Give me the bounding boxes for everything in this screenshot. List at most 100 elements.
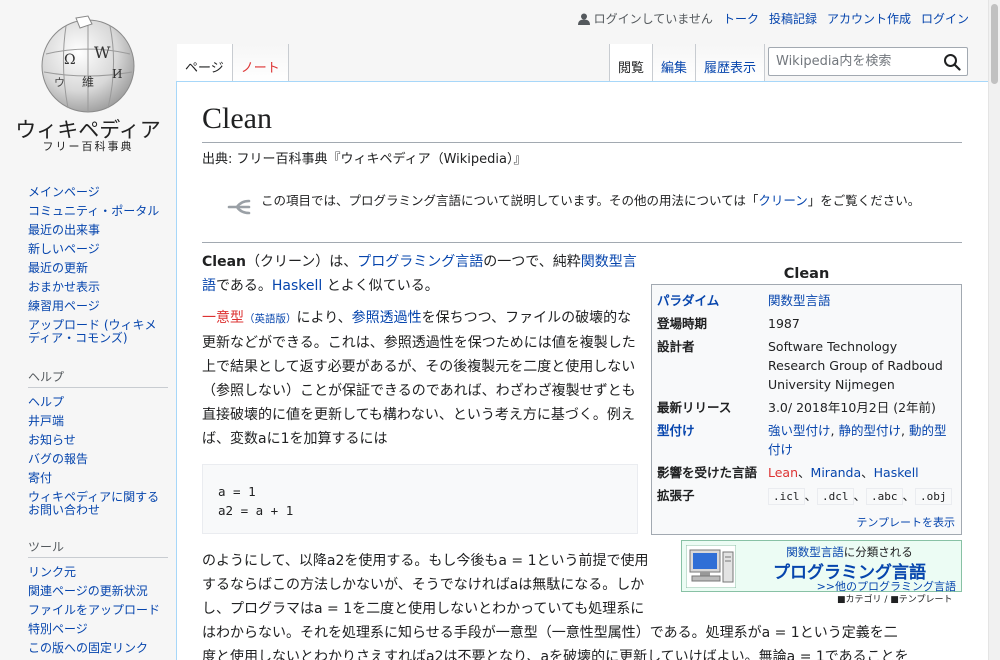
link-english-version[interactable]: （英語版） bbox=[244, 313, 297, 325]
svg-text:ウ: ウ bbox=[54, 76, 65, 89]
svg-text:Ω: Ω bbox=[64, 52, 76, 68]
wikipedia-logo[interactable]: Ω W 維 И ウ ウィキペディア フリー百科事典 bbox=[0, 0, 176, 160]
contributions-link[interactable]: 投稿記録 bbox=[769, 10, 817, 27]
search-icon[interactable] bbox=[943, 53, 961, 71]
text-line: はわからない。それを処理系に知らせる手段が一意型（一意性型属性）である。処理系が… bbox=[202, 625, 898, 641]
login-link[interactable]: ログイン bbox=[921, 10, 969, 27]
extension-code: .dcl bbox=[817, 488, 854, 505]
infobox-label-appeared: 登場時期 bbox=[657, 316, 708, 331]
tools-item-related-changes[interactable]: 関連ページの更新状況 bbox=[28, 584, 148, 598]
tab-talk-label: ノート bbox=[240, 61, 280, 76]
nav-item-recent-changes[interactable]: 最近の更新 bbox=[28, 261, 88, 275]
p1-text-1: （クリーン）は、 bbox=[245, 254, 358, 270]
infobox-label-extension: 拡張子 bbox=[657, 488, 695, 503]
help-item-help[interactable]: ヘルプ bbox=[28, 395, 64, 409]
link-uniqueness-type[interactable]: 一意型 bbox=[202, 310, 244, 326]
text-line: 度と使用しないとわかりさえすればa2は不要となり、aを破壊的に更新していけばよい… bbox=[202, 649, 909, 660]
tools-item-what-links-here[interactable]: リンク元 bbox=[28, 565, 76, 579]
user-icon bbox=[577, 13, 590, 25]
nav-item-random[interactable]: おまかせ表示 bbox=[28, 280, 100, 294]
search-input[interactable] bbox=[769, 48, 939, 75]
nav-item-upload-commons[interactable]: アップロード (ウィキメディア・コモンズ) bbox=[28, 318, 157, 345]
link-lean[interactable]: Lean bbox=[768, 465, 798, 480]
help-item-village-pump[interactable]: 井戸端 bbox=[28, 414, 64, 428]
infobox-value-paradigm[interactable]: 関数型言語 bbox=[768, 291, 958, 310]
portal-footer[interactable]: ■カテゴリ / ■テンプレート bbox=[837, 592, 953, 605]
link-haskell-infobox[interactable]: Haskell bbox=[874, 465, 919, 480]
search-box bbox=[768, 47, 968, 76]
nav-item-community-portal[interactable]: コミュニティ・ポータル bbox=[28, 204, 159, 218]
sidebar: Ω W 維 И ウ ウィキペディア フリー百科事典 メインページ コミュニティ・… bbox=[0, 0, 176, 660]
anon-status: ログインしていません bbox=[577, 10, 713, 27]
hatnote-link-clean[interactable]: クリーン bbox=[758, 193, 807, 208]
portal-link-functional[interactable]: 関数型言語 bbox=[786, 545, 844, 559]
personal-tools: ログインしていません トーク 投稿記録 アカウント作成 ログイン bbox=[577, 10, 969, 27]
infobox-label-paradigm[interactable]: パラダイム bbox=[657, 291, 767, 310]
tab-talk[interactable]: ノート bbox=[232, 44, 289, 82]
code-block: a = 1 a2 = a + 1 bbox=[202, 464, 638, 534]
tab-edit[interactable]: 編集 bbox=[653, 44, 697, 82]
help-item-bug-report[interactable]: バグの報告 bbox=[28, 452, 88, 466]
link-referential-transparency[interactable]: 参照透過性 bbox=[352, 310, 422, 326]
svg-text:И: И bbox=[112, 67, 122, 81]
p1-text-2: の一つで、純粋 bbox=[483, 254, 581, 270]
infobox-value-extension: .icl、 .dcl、 .abc、 .obj bbox=[768, 486, 958, 506]
anon-label: ログインしていません bbox=[593, 12, 713, 26]
tools-item-special-pages[interactable]: 特別ページ bbox=[28, 622, 88, 636]
create-account-link[interactable]: アカウント作成 bbox=[827, 10, 911, 27]
infobox-value-release: 3.0/ 2018年10月2日 (2年前) bbox=[768, 400, 936, 415]
tools-item-upload-file[interactable]: ファイルをアップロード bbox=[28, 603, 160, 617]
infobox: パラダイム 関数型言語 登場時期 1987 設計者 Software Techn… bbox=[651, 284, 962, 535]
scrollbar[interactable] bbox=[988, 0, 1000, 660]
infobox-value-designer: Software Technology Research Group of Ra… bbox=[768, 339, 943, 392]
nav-item-current-events[interactable]: 最近の出来事 bbox=[28, 223, 100, 237]
hatnote-text-1: この項目では、プログラミング言語について説明しています。その他の用法については「 bbox=[261, 193, 759, 208]
link-haskell[interactable]: Haskell bbox=[272, 278, 322, 294]
infobox-template-link[interactable]: テンプレートを表示 bbox=[856, 514, 955, 530]
tools-portal: ツール リンク元 関連ページの更新状況 ファイルをアップロード 特別ページ この… bbox=[28, 538, 168, 660]
paragraph-intro: Clean（クリーン）は、プログラミング言語の一つで、純粋関数型言語である。Ha… bbox=[202, 250, 638, 298]
hatnote: この項目では、プログラミング言語について説明しています。その他の用法については「… bbox=[227, 190, 937, 217]
p2-text-1: により、 bbox=[296, 310, 352, 326]
help-heading: ヘルプ bbox=[28, 368, 168, 388]
infobox-value-appeared: 1987 bbox=[768, 316, 800, 331]
tab-edit-label: 編集 bbox=[661, 61, 688, 76]
hatnote-text-2: 」をご覧ください。 bbox=[807, 193, 921, 208]
site-sub: 出典: フリー百科事典『ウィキペディア（Wikipedia）』 bbox=[202, 152, 527, 167]
wikipedia-globe-icon: Ω W 維 И ウ bbox=[41, 15, 135, 113]
hatnote-divider bbox=[202, 242, 962, 243]
link-miranda[interactable]: Miranda bbox=[811, 465, 862, 480]
nav-item-main-page[interactable]: メインページ bbox=[28, 185, 100, 199]
help-item-contact[interactable]: ウィキペディアに関するお問い合わせ bbox=[28, 490, 159, 517]
article-content: Clean 出典: フリー百科事典『ウィキペディア（Wikipedia）』 この… bbox=[176, 81, 988, 660]
infobox-label-typing[interactable]: 型付け bbox=[657, 421, 767, 440]
p1-text-4: とよく似ている。 bbox=[322, 278, 439, 294]
tab-page[interactable]: ページ bbox=[177, 44, 233, 82]
portal-box: 関数型言語に分類される プログラミング言語 >>他のプログラミング言語 bbox=[681, 540, 962, 593]
help-item-notices[interactable]: お知らせ bbox=[28, 433, 76, 447]
portal-subtitle-text: に分類される bbox=[843, 545, 913, 559]
tab-history-label: 履歴表示 bbox=[704, 61, 757, 76]
link-programming-language[interactable]: プログラミング言語 bbox=[357, 254, 483, 270]
extension-code: .abc bbox=[866, 488, 903, 505]
talk-link[interactable]: トーク bbox=[723, 10, 759, 27]
namespace-tabs: ページ ノート bbox=[177, 44, 289, 82]
infobox-value-influenced: Lean、Miranda、Haskell bbox=[768, 465, 919, 480]
nav-item-sandbox[interactable]: 練習用ページ bbox=[28, 299, 100, 313]
tab-read[interactable]: 閲覧 bbox=[609, 44, 654, 82]
disambiguation-icon bbox=[227, 199, 251, 215]
infobox-title: Clean bbox=[783, 266, 830, 282]
svg-text:維: 維 bbox=[82, 75, 94, 89]
infobox-label-influenced: 影響を受けた言語 bbox=[657, 465, 758, 480]
tools-heading: ツール bbox=[28, 538, 168, 558]
tab-history[interactable]: 履歴表示 bbox=[696, 44, 766, 82]
link-static-typing[interactable]: 静的型付け bbox=[838, 423, 901, 438]
link-strong-typing[interactable]: 強い型付け bbox=[768, 423, 831, 438]
p1-text-3: である。 bbox=[216, 278, 272, 294]
svg-text:W: W bbox=[94, 43, 111, 62]
nav-item-new-pages[interactable]: 新しいページ bbox=[28, 242, 100, 256]
scrollbar-thumb[interactable] bbox=[991, 4, 998, 84]
tools-item-permanent-link[interactable]: この版への固定リンク bbox=[28, 641, 148, 655]
infobox-value-typing: 強い型付け, 静的型付け, 動的型付け bbox=[768, 423, 947, 457]
help-item-donate[interactable]: 寄付 bbox=[28, 471, 52, 485]
